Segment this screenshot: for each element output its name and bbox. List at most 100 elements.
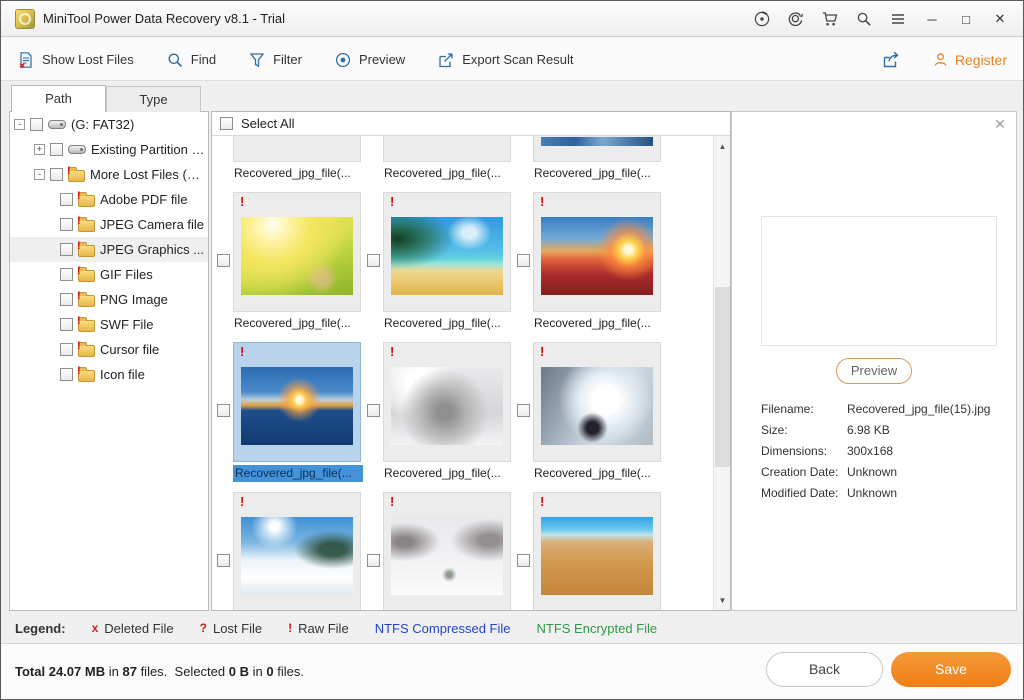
tree-item-swf-file[interactable]: ! SWF File: [10, 312, 208, 337]
tree-item-adobe-pdf[interactable]: ! Adobe PDF file: [10, 187, 208, 212]
file-checkbox[interactable]: [517, 254, 530, 267]
maximize-button[interactable]: □: [949, 5, 983, 33]
collapse-icon[interactable]: -: [34, 169, 45, 180]
tree-item-jpeg-graphics[interactable]: ! JPEG Graphics ...: [10, 237, 208, 262]
tree-checkbox[interactable]: [30, 118, 43, 131]
minimize-button[interactable]: ─: [915, 5, 949, 33]
file-checkbox[interactable]: [367, 254, 380, 267]
file-label: Recovered_jpg_file(...: [534, 166, 664, 183]
file-checkbox[interactable]: [367, 404, 380, 417]
grid-body: Recovered_jpg_file(... Recovered_jpg_fil…: [212, 136, 712, 610]
file-checkbox[interactable]: [517, 404, 530, 417]
file-cell[interactable]: !: [233, 192, 361, 312]
legend-ntfs-compressed: NTFS Compressed File: [375, 621, 511, 636]
file-cell[interactable]: !: [383, 492, 511, 610]
tree-item-label: Adobe PDF file: [100, 192, 187, 207]
tree-checkbox[interactable]: [60, 318, 73, 331]
thumbnail: [541, 517, 653, 595]
export-scan-result-button[interactable]: Export Scan Result: [437, 51, 573, 69]
file-checkbox[interactable]: [217, 404, 230, 417]
select-all-checkbox[interactable]: [220, 117, 233, 130]
tree-checkbox[interactable]: [60, 218, 73, 231]
scroll-down-arrow[interactable]: ▼: [714, 592, 731, 608]
cart-icon[interactable]: [813, 5, 847, 33]
show-lost-files-label: Show Lost Files: [42, 52, 134, 67]
select-all-label: Select All: [241, 116, 294, 131]
file-checkbox[interactable]: [517, 554, 530, 567]
detail-label: Modified Date:: [761, 486, 847, 506]
detail-filename: Filename: Recovered_jpg_file(15).jpg: [761, 402, 1001, 422]
tree-item-jpeg-camera[interactable]: ! JPEG Camera file: [10, 212, 208, 237]
tree-item-existing-partition[interactable]: + Existing Partition (F...: [10, 137, 208, 162]
tree-item-drive-g[interactable]: - (G: FAT32): [10, 112, 208, 137]
vertical-scrollbar[interactable]: ▲ ▼: [713, 136, 730, 610]
save-button[interactable]: Save: [891, 652, 1011, 687]
file-cell[interactable]: !: [533, 192, 661, 312]
file-label: Recovered_jpg_file(...: [234, 166, 364, 183]
back-button[interactable]: Back: [766, 652, 883, 687]
detail-label: Size:: [761, 423, 847, 443]
file-label: Recovered_jpg_file(...: [384, 316, 514, 333]
preview-icon: [334, 51, 352, 69]
file-label-selected: Recovered_jpg_file(...: [233, 465, 363, 482]
share-icon[interactable]: [874, 46, 908, 74]
raw-file-mark: !: [540, 344, 544, 359]
tree-checkbox[interactable]: [60, 293, 73, 306]
raw-file-mark: !: [540, 494, 544, 509]
tree-item-more-lost-files[interactable]: - ! More Lost Files (RA...: [10, 162, 208, 187]
scroll-up-arrow[interactable]: ▲: [714, 138, 731, 154]
detail-value: Recovered_jpg_file(15).jpg: [847, 402, 1001, 422]
raw-file-mark: !: [390, 344, 394, 359]
file-cell[interactable]: !: [383, 192, 511, 312]
file-cell[interactable]: !: [533, 342, 661, 462]
close-button[interactable]: ✕: [983, 5, 1017, 33]
collapse-icon[interactable]: -: [14, 119, 25, 130]
file-checkbox[interactable]: [367, 554, 380, 567]
tree-checkbox[interactable]: [60, 368, 73, 381]
thumbnail: [541, 367, 653, 445]
file-checkbox[interactable]: [217, 554, 230, 567]
file-cell-selected[interactable]: !: [233, 342, 361, 462]
tab-type[interactable]: Type: [106, 86, 201, 112]
scrollbar-thumb[interactable]: [715, 287, 730, 467]
file-cell[interactable]: [233, 136, 361, 162]
file-checkbox[interactable]: [217, 254, 230, 267]
file-cell[interactable]: !: [533, 492, 661, 610]
tree-item-gif-files[interactable]: ! GIF Files: [10, 262, 208, 287]
preview-toolbar-button[interactable]: Preview: [334, 51, 405, 69]
menu-icon[interactable]: [881, 5, 915, 33]
expand-icon[interactable]: +: [34, 144, 45, 155]
show-lost-files-button[interactable]: Show Lost Files: [17, 51, 134, 69]
detail-value: Unknown: [847, 486, 1001, 506]
file-cell[interactable]: !: [383, 342, 511, 462]
thumbnail: [241, 367, 353, 445]
thumbnail: [391, 217, 503, 295]
tree-checkbox[interactable]: [50, 143, 63, 156]
file-cell[interactable]: !: [233, 492, 361, 610]
tree-checkbox[interactable]: [60, 243, 73, 256]
filter-icon: [248, 51, 266, 69]
tree-checkbox[interactable]: [60, 193, 73, 206]
find-button[interactable]: Find: [166, 51, 216, 69]
show-lost-files-icon: [17, 51, 35, 69]
tree-checkbox[interactable]: [50, 168, 63, 181]
file-cell[interactable]: [383, 136, 511, 162]
tree-item-icon-file[interactable]: ! Icon file: [10, 362, 208, 387]
tree-checkbox[interactable]: [60, 268, 73, 281]
bootable-media-icon[interactable]: [745, 5, 779, 33]
license-key-icon[interactable]: [847, 5, 881, 33]
panel-close-icon[interactable]: ✕: [991, 116, 1009, 133]
app-window: MiniTool Power Data Recovery v8.1 - Tria…: [0, 0, 1024, 700]
window-title: MiniTool Power Data Recovery v8.1 - Tria…: [43, 1, 285, 37]
preview-button[interactable]: Preview: [836, 358, 912, 384]
drive-icon: [48, 120, 66, 129]
register-button[interactable]: Register: [932, 51, 1007, 68]
tab-path[interactable]: Path: [11, 85, 106, 112]
raw-file-mark: !: [240, 494, 244, 509]
filter-button[interactable]: Filter: [248, 51, 302, 69]
tree-item-cursor-file[interactable]: ! Cursor file: [10, 337, 208, 362]
support-icon[interactable]: [779, 5, 813, 33]
file-cell[interactable]: [533, 136, 661, 162]
tree-item-png-image[interactable]: ! PNG Image: [10, 287, 208, 312]
tree-checkbox[interactable]: [60, 343, 73, 356]
